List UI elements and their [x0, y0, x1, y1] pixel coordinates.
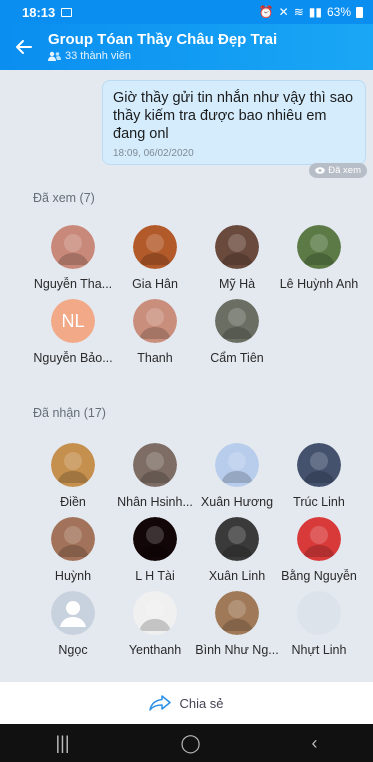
header-titles[interactable]: Group Tóan Thầy Châu Đẹp Trai 33 thành v…: [48, 31, 277, 63]
status-time: 18:13: [22, 4, 56, 20]
member-item[interactable]: Điền: [32, 443, 114, 509]
member-count: 33 thành viên: [48, 49, 277, 63]
member-item[interactable]: Nhân Hsinh...: [114, 443, 196, 509]
share-button[interactable]: Chia sẻ: [0, 682, 373, 724]
avatar: [215, 591, 259, 635]
share-label: Chia sẻ: [179, 695, 224, 711]
alarm-icon: ⏰: [258, 5, 274, 19]
member-name: Thanh: [137, 351, 173, 365]
avatar: [51, 225, 95, 269]
member-item[interactable]: Cẩm Tiên: [196, 299, 278, 365]
avatar: [215, 517, 259, 561]
avatar: [297, 517, 341, 561]
member-name: Xuân Hương: [200, 495, 274, 509]
status-icons: ⏰ ✕ ≋ ▮▮ 63%: [259, 5, 363, 19]
avatar: [133, 517, 177, 561]
message-text: Giờ thầy gửi tin nhắn như vậy thì sao th…: [113, 90, 354, 142]
share-icon: [149, 695, 172, 711]
avatar: [215, 443, 259, 487]
avatar: [215, 225, 259, 269]
member-item[interactable]: NL Nguyễn Bảo...: [32, 299, 114, 365]
gallery-icon: [61, 7, 73, 17]
message-info-content[interactable]: Giờ thầy gửi tin nhắn như vậy thì sao th…: [0, 70, 373, 682]
member-item[interactable]: Gia Hân: [114, 225, 196, 291]
member-name: Ngọc: [58, 643, 88, 657]
message-timestamp: 18:09, 06/02/2020: [113, 148, 194, 159]
member-item[interactable]: Nguyễn Tha...: [32, 225, 114, 291]
member-name: Bằng Nguyễn: [281, 569, 357, 583]
member-name: Bình Như Ng...: [195, 643, 279, 657]
member-name: Huỳnh: [54, 569, 92, 583]
member-name: Xuân Linh: [208, 569, 266, 583]
received-section-title: Đã nhận (17): [33, 406, 106, 420]
seen-section-title: Đã xem (7): [33, 191, 95, 205]
member-item[interactable]: Mỹ Hà: [196, 225, 278, 291]
member-name: Trúc Linh: [293, 495, 345, 509]
member-name: Nguyễn Bảo...: [33, 351, 113, 365]
seen-members-grid: Nguyễn Tha... Gia Hân Mỹ Hà Lê Huỳnh Anh NL N…: [0, 225, 373, 365]
member-item[interactable]: Huỳnh: [32, 517, 114, 583]
message-bubble[interactable]: Giờ thầy gửi tin nhắn như vậy thì sao th…: [102, 80, 366, 165]
member-name: Gia Hân: [132, 277, 178, 291]
member-item[interactable]: Thanh: [114, 299, 196, 365]
avatar: [51, 517, 95, 561]
member-name: Cẩm Tiên: [210, 351, 264, 365]
member-name: Nhựt Linh: [291, 643, 347, 657]
recents-button[interactable]: |||: [55, 733, 69, 754]
avatar: [297, 225, 341, 269]
member-name: Yenthanh: [128, 643, 182, 657]
avatar: [215, 299, 259, 343]
seen-status-badge: Đã xem: [309, 163, 367, 178]
arrow-left-icon: [16, 40, 32, 54]
avatar: [133, 299, 177, 343]
member-name: Nhân Hsinh...: [117, 495, 193, 509]
member-item[interactable]: Lê Huỳnh Anh: [278, 225, 360, 291]
home-button[interactable]: ◯: [180, 733, 200, 754]
seen-status-text: Đã xem: [328, 165, 361, 176]
member-item[interactable]: Bình Như Ng...: [195, 591, 279, 657]
member-item[interactable]: Xuân Linh: [196, 517, 278, 583]
wifi-icon: ≋: [293, 5, 304, 19]
member-item[interactable]: Ngọc: [32, 591, 114, 657]
avatar: [297, 591, 341, 635]
member-name: Điền: [60, 495, 86, 509]
user-placeholder-icon: [51, 591, 95, 635]
avatar-initials: NL: [61, 310, 85, 331]
mute-icon: ✕: [278, 5, 289, 19]
member-item[interactable]: Nhựt Linh: [278, 591, 360, 657]
member-item[interactable]: Bằng Nguyễn: [278, 517, 360, 583]
battery-percent: 63%: [326, 5, 351, 19]
battery-icon: [356, 6, 363, 18]
group-icon: [48, 51, 61, 61]
avatar: [51, 591, 95, 635]
avatar: [133, 225, 177, 269]
signal-icon: ▮▮: [308, 5, 322, 19]
member-item[interactable]: Xuân Hương: [196, 443, 278, 509]
avatar: [133, 591, 177, 635]
member-name: Mỹ Hà: [218, 277, 256, 291]
eye-icon: [315, 167, 326, 174]
avatar: [133, 443, 177, 487]
received-members-grid: Điền Nhân Hsinh... Xuân Hương Trúc Linh Huỳn…: [0, 443, 373, 657]
member-item[interactable]: L H Tài: [114, 517, 196, 583]
avatar: [51, 443, 95, 487]
member-item[interactable]: Trúc Linh: [278, 443, 360, 509]
status-bar: 18:13 ⏰ ✕ ≋ ▮▮ 63%: [0, 0, 373, 24]
avatar: NL: [51, 299, 95, 343]
member-item[interactable]: Yenthanh: [114, 591, 196, 657]
member-name: Nguyễn Tha...: [33, 277, 113, 291]
member-count-text: 33 thành viên: [65, 50, 132, 62]
back-button[interactable]: [0, 24, 48, 70]
avatar: [297, 443, 341, 487]
system-nav-bar: ||| ◯ ‹: [0, 724, 373, 762]
page-title: Group Tóan Thầy Châu Đẹp Trai: [48, 31, 278, 48]
nav-back-button[interactable]: ‹: [312, 733, 318, 754]
app-bar: Group Tóan Thầy Châu Đẹp Trai 33 thành v…: [0, 24, 373, 70]
member-name: L H Tài: [135, 569, 175, 583]
member-name: Lê Huỳnh Anh: [279, 277, 359, 291]
